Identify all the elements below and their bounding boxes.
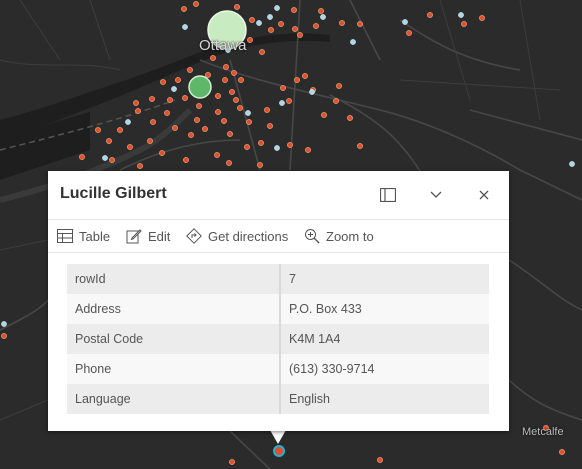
selected-point — [273, 445, 285, 457]
field-value: 7 — [280, 264, 489, 294]
dock-icon — [380, 188, 396, 202]
close-button[interactable] — [474, 185, 494, 205]
label-ottawa: Ottawa — [199, 37, 247, 54]
feature-popup: Lucille Gilbert Table Edit Get direction… — [48, 171, 509, 431]
cluster-green — [188, 75, 212, 99]
zoom-in-icon — [305, 229, 320, 244]
table-button[interactable]: Table — [57, 227, 110, 245]
dock-button[interactable] — [378, 185, 398, 205]
table-row: Language English — [67, 384, 489, 414]
popup-header: Lucille Gilbert — [48, 171, 509, 220]
table-row: rowId 7 — [67, 264, 489, 294]
edit-label: Edit — [148, 228, 171, 244]
field-name: Language — [67, 384, 281, 414]
field-value: K4M 1A4 — [280, 324, 489, 354]
close-icon — [479, 190, 489, 200]
field-value: (613) 330-9714 — [280, 354, 489, 384]
attribute-table: rowId 7 Address P.O. Box 433 Postal Code… — [67, 264, 489, 414]
popup-pointer — [270, 430, 286, 444]
field-name: rowId — [67, 264, 281, 294]
chevron-down-icon — [430, 191, 442, 198]
zoom-to-label: Zoom to — [326, 228, 374, 244]
field-value: P.O. Box 433 — [280, 294, 489, 324]
edit-button[interactable]: Edit — [126, 227, 170, 245]
directions-label: Get directions — [208, 228, 289, 244]
edit-icon — [126, 229, 142, 244]
label-metcalfe: Metcalfe — [522, 426, 564, 438]
popup-title: Lucille Gilbert — [60, 185, 167, 202]
collapse-button[interactable] — [426, 185, 446, 205]
field-value: English — [280, 384, 489, 414]
field-name: Phone — [67, 354, 281, 384]
popup-toolbar: Table Edit Get directions Zoom to — [48, 220, 509, 253]
field-name: Postal Code — [67, 324, 281, 354]
field-name: Address — [67, 294, 281, 324]
directions-icon — [186, 228, 202, 244]
table-row: Phone (613) 330-9714 — [67, 354, 489, 384]
table-row: Postal Code K4M 1A4 — [67, 324, 489, 354]
zoom-to-button[interactable]: Zoom to — [304, 227, 374, 245]
table-label: Table — [79, 228, 111, 244]
table-icon — [57, 229, 73, 243]
table-row: Address P.O. Box 433 — [67, 294, 489, 324]
get-directions-button[interactable]: Get directions — [186, 227, 288, 245]
